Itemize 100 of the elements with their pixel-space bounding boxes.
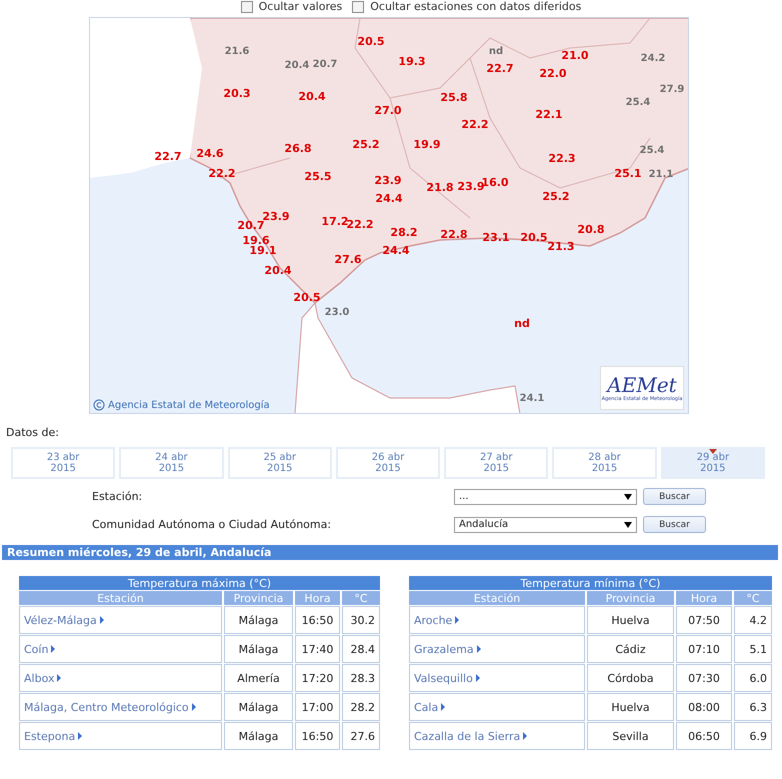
temperature-label: 22.2 xyxy=(461,119,489,131)
temperature-label: 24.2 xyxy=(640,53,666,65)
temperature-label: 27.6 xyxy=(334,254,362,266)
checkbox[interactable] xyxy=(240,0,253,12)
arrow-icon xyxy=(523,732,528,740)
summary-header: Resumen miércoles, 29 de abril, Andalucía xyxy=(2,545,778,560)
date-tab[interactable]: 26 abr 2015 xyxy=(336,447,440,479)
temperature-label: 24.4 xyxy=(375,193,403,205)
temperature-label: 22.7 xyxy=(154,151,182,163)
station-link[interactable]: Estepona xyxy=(24,730,82,742)
caret-icon xyxy=(624,494,632,500)
temperature-label: 25.4 xyxy=(640,145,664,157)
caret-icon xyxy=(624,522,632,528)
table-cell: 17:00 xyxy=(295,693,340,721)
table-cell: 16:50 xyxy=(295,722,340,750)
temperature-label: 22.2 xyxy=(346,219,374,231)
temperature-label: 22.1 xyxy=(535,109,563,121)
temperature-label: 24.4 xyxy=(382,245,410,257)
station-link[interactable]: Aroche xyxy=(414,614,460,626)
table-cell: 30.2 xyxy=(342,606,380,634)
temperature-label: nd xyxy=(514,318,530,330)
search-button[interactable]: Buscar xyxy=(643,516,706,533)
date-tab[interactable]: 27 abr 2015 xyxy=(444,447,548,479)
temperature-label: 22.3 xyxy=(548,153,576,165)
temperature-label: 21.6 xyxy=(224,46,250,58)
table-cell: Málaga xyxy=(224,606,293,634)
temperature-label: 25.2 xyxy=(542,191,570,203)
checkbox-label: Ocultar valores xyxy=(258,0,342,13)
station-link[interactable]: Cala xyxy=(414,700,446,714)
temperature-label: 23.1 xyxy=(482,232,510,244)
table-cell: 28.4 xyxy=(342,635,380,663)
table-cell: 6.9 xyxy=(734,722,772,750)
column-header: Hora xyxy=(676,591,732,605)
checkbox-label: Ocultar estaciones con datos diferidos xyxy=(370,0,582,13)
date-tab[interactable]: 28 abr 2015 xyxy=(552,447,657,479)
temperature-label: 21.0 xyxy=(561,50,589,62)
table-cell: 5.1 xyxy=(734,635,772,663)
table-cell: 17:40 xyxy=(295,635,340,663)
arrow-icon xyxy=(476,674,480,682)
temperature-label: 21.8 xyxy=(426,182,454,194)
arrow-icon xyxy=(100,616,104,624)
temperature-label: 20.3 xyxy=(223,88,251,100)
temperature-label: 23.0 xyxy=(324,307,350,319)
column-header: °C xyxy=(734,591,772,605)
temperature-label: 20.4 xyxy=(298,91,326,103)
date-tab[interactable]: 25 abr 2015 xyxy=(228,447,332,479)
section-label: Datos de: xyxy=(6,426,60,441)
station-link[interactable]: Cazalla de la Sierra xyxy=(414,730,528,742)
column-header: Provincia xyxy=(587,591,674,605)
temperature-label: 19.3 xyxy=(398,56,426,68)
arrow-icon xyxy=(57,674,62,682)
temperature-label: 24.1 xyxy=(520,393,544,405)
temperature-label: 22.0 xyxy=(539,68,567,80)
checkbox[interactable] xyxy=(352,0,364,12)
column-header: Hora xyxy=(295,591,340,605)
temperature-label: 19.9 xyxy=(413,139,441,151)
search-button[interactable]: Buscar xyxy=(643,488,706,505)
dropdown[interactable]: Andalucía xyxy=(454,516,637,532)
arrow-icon xyxy=(51,645,56,653)
date-tab[interactable]: 29 abr 2015 xyxy=(660,447,765,479)
column-header: Provincia xyxy=(224,591,293,605)
station-link[interactable]: Grazalema xyxy=(414,642,481,656)
temperature-label: 23.9 xyxy=(374,175,402,187)
arrow-icon xyxy=(476,645,481,653)
arrow-icon xyxy=(192,703,196,711)
temperature-label: nd xyxy=(488,46,504,58)
dropdown[interactable]: ... xyxy=(454,488,637,504)
table-cell: 07:10 xyxy=(676,635,732,663)
temperature-label: 22.8 xyxy=(440,229,468,241)
table-cell: 4.2 xyxy=(734,606,772,634)
arrow-icon xyxy=(441,703,446,711)
temperature-label: 20.4 xyxy=(264,265,292,277)
table-cell: Málaga xyxy=(224,693,293,721)
table-cell: 6.0 xyxy=(734,664,772,692)
temperature-label: 25.1 xyxy=(614,168,642,180)
table-cell: 28.2 xyxy=(342,693,380,721)
temperature-label: 20.7 xyxy=(312,59,338,71)
temperature-label: 20.5 xyxy=(520,232,548,244)
temperature-label: 25.5 xyxy=(304,171,332,183)
station-link[interactable]: Albox xyxy=(24,672,62,684)
temperature-label: 26.8 xyxy=(284,143,312,155)
temperature-label: 20.5 xyxy=(357,36,385,48)
temperature-label: 28.2 xyxy=(390,227,418,239)
logo-wordmark: AEMet xyxy=(607,374,677,396)
station-link[interactable]: Málaga, Centro Meteorológico xyxy=(24,700,196,714)
station-link[interactable]: Valsequillo xyxy=(414,672,480,684)
filter-label: Estación: xyxy=(92,490,144,503)
column-header: Estación xyxy=(409,591,585,605)
temperature-label: 25.4 xyxy=(626,97,650,109)
table-cell: Cádiz xyxy=(587,635,674,663)
table-cell: 07:50 xyxy=(676,606,732,634)
temperature-label: 25.2 xyxy=(352,139,380,151)
table-cell: 16:50 xyxy=(295,606,340,634)
date-tab[interactable]: 23 abr 2015 xyxy=(11,447,116,479)
table-cell: Málaga xyxy=(224,722,293,750)
temperature-label: 27.9 xyxy=(660,84,684,96)
temperature-label: 27.0 xyxy=(374,105,402,117)
station-link[interactable]: Coín xyxy=(24,642,56,656)
date-tab[interactable]: 24 abr 2015 xyxy=(119,447,224,479)
station-link[interactable]: Vélez-Málaga xyxy=(24,614,104,626)
